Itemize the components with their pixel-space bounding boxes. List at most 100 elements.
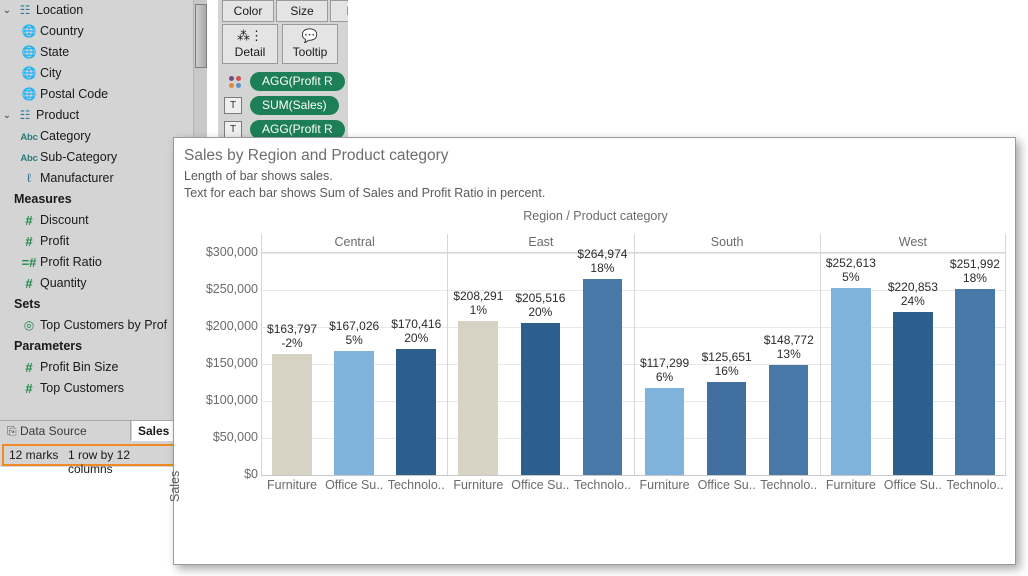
- bar-south-furniture[interactable]: [644, 388, 685, 475]
- sidebar-field-postal-code[interactable]: 🌐 Postal Code: [0, 84, 193, 105]
- globe-icon: 🌐: [21, 24, 37, 38]
- text-icon: T: [224, 97, 242, 114]
- database-icon: ⎘: [7, 424, 17, 438]
- bar-south-technology[interactable]: [768, 364, 809, 475]
- bar-south-office-supplies[interactable]: [706, 382, 747, 475]
- bar-central-technology[interactable]: [396, 348, 436, 475]
- sidebar-field-label: Country: [40, 24, 84, 38]
- sidebar-field-profit[interactable]: # Profit: [0, 231, 193, 252]
- tooltip-icon: 💬: [301, 28, 319, 43]
- sidebar-field-label: Top Customers by Prof: [40, 318, 168, 332]
- sidebar-field-label: Profit: [40, 234, 70, 248]
- data-pane-sidebar[interactable]: ⌄ ☷ Location 🌐 Country 🌐 State 🌐 City 🌐 Postal Cod…: [0, 0, 194, 423]
- sidebar-field-category[interactable]: Abc Category: [0, 126, 193, 147]
- category-label: Technolo..: [387, 478, 445, 492]
- number-icon: #: [25, 213, 33, 228]
- sidebar-field-label: Discount: [40, 213, 89, 227]
- text-icon: T: [224, 121, 242, 138]
- column-axis-title: Region / Product category: [523, 209, 668, 223]
- sidebar-field-profit-bin-size[interactable]: # Profit Bin Size: [0, 357, 193, 378]
- tab-data-source[interactable]: ⎘ Data Source: [0, 421, 131, 441]
- marks-pill-sum-sales[interactable]: SUM(Sales): [250, 96, 339, 115]
- sidebar-section-sets: Sets: [14, 297, 41, 311]
- globe-icon: 🌐: [21, 45, 37, 59]
- marks-card[interactable]: Color Size L ⁂⋮ Detail 💬 Tooltip AGG(Pro…: [218, 0, 348, 140]
- marks-tooltip-button[interactable]: 💬 Tooltip: [282, 24, 338, 64]
- marks-size-button[interactable]: Size: [276, 0, 328, 22]
- y-axis-tick: $100,000: [205, 393, 258, 407]
- bar-east-office-supplies[interactable]: [520, 322, 561, 475]
- sidebar-field-label: Sub-Category: [40, 150, 118, 164]
- category-label: Office Su..: [883, 478, 942, 492]
- sidebar-field-label: Profit Bin Size: [40, 360, 119, 374]
- bar-label: $264,974 18%: [577, 246, 628, 275]
- y-axis-tick: $200,000: [205, 319, 258, 333]
- marks-count: 12 marks: [9, 448, 59, 462]
- bar-label: $117,299 6%: [639, 356, 690, 385]
- y-axis-tick: $250,000: [205, 282, 258, 296]
- bar-label: $170,416 20%: [391, 316, 442, 345]
- detail-icon: ⁂⋮: [237, 28, 263, 43]
- tab-data-source-label: Data Source: [20, 424, 87, 438]
- sidebar-field-label: Profit Ratio: [40, 255, 102, 269]
- calculated-number-icon: =#: [21, 255, 37, 270]
- sidebar-field-label: Postal Code: [40, 87, 109, 101]
- bar-central-office-supplies[interactable]: [334, 351, 374, 475]
- paperclip-icon: ℓ: [27, 171, 31, 185]
- marks-label-button[interactable]: L: [330, 0, 348, 22]
- sidebar-field-state[interactable]: 🌐 State: [0, 42, 193, 63]
- y-axis-tick: $50,000: [212, 430, 258, 444]
- number-icon: #: [25, 234, 33, 249]
- marks-color-button[interactable]: Color: [222, 0, 274, 22]
- category-label: Office Su..: [325, 478, 384, 492]
- y-axis-title: Sales: [168, 470, 182, 502]
- row-column-count: 1 row by 12 columns: [68, 448, 131, 476]
- sidebar-field-sub-category[interactable]: Abc Sub-Category: [0, 147, 193, 168]
- marks-pill-color[interactable]: AGG(Profit R: [250, 72, 345, 91]
- globe-icon: 🌐: [21, 66, 37, 80]
- region-header-south: South: [633, 234, 820, 252]
- sidebar-field-label: State: [40, 45, 70, 59]
- viz-title: Sales by Region and Product category: [184, 147, 449, 164]
- category-label: Technolo..: [946, 478, 1004, 492]
- y-axis-tick: $300,000: [205, 245, 258, 259]
- sidebar-field-label: Manufacturer: [40, 171, 114, 185]
- bar-west-technology[interactable]: [955, 288, 995, 475]
- marks-tooltip-label: Tooltip: [292, 45, 328, 59]
- bar-east-furniture[interactable]: [458, 320, 499, 475]
- bar-west-furniture[interactable]: [830, 288, 871, 475]
- sidebar-field-label: City: [40, 66, 62, 80]
- sidebar-group-location[interactable]: ⌄ ☷ Location: [0, 0, 193, 21]
- sidebar-scrollbar-thumb[interactable]: [195, 4, 207, 68]
- color-swatch-icon: [224, 73, 242, 90]
- number-icon: #: [25, 276, 33, 291]
- abc-icon: Abc: [20, 153, 38, 164]
- sidebar-field-top-customers[interactable]: # Top Customers: [0, 378, 193, 399]
- bar-label: $252,613 5%: [825, 256, 876, 285]
- sidebar-field-profit-ratio[interactable]: =# Profit Ratio: [0, 252, 193, 273]
- sidebar-field-manufacturer[interactable]: ℓ Manufacturer: [0, 168, 193, 189]
- number-icon: #: [25, 360, 33, 375]
- sidebar-field-discount[interactable]: # Discount: [0, 210, 193, 231]
- sidebar-field-city[interactable]: 🌐 City: [0, 63, 193, 84]
- viz-subtitle-1: Length of bar shows sales.: [184, 169, 333, 183]
- bar-label: $125,651 16%: [701, 350, 752, 378]
- sidebar-field-list[interactable]: ⌄ ☷ Location 🌐 Country 🌐 State 🌐 City 🌐 Postal Cod…: [0, 0, 193, 399]
- sidebar-group-label: Location: [36, 3, 84, 17]
- chevron-down-icon[interactable]: ⌄: [0, 0, 14, 21]
- sidebar-field-label: Quantity: [40, 276, 87, 290]
- category-label: Technolo..: [760, 478, 818, 492]
- sidebar-field-country[interactable]: 🌐 Country: [0, 21, 193, 42]
- sidebar-field-top-customers-by-prof[interactable]: ◎ Top Customers by Prof: [0, 315, 193, 336]
- sidebar-field-quantity[interactable]: # Quantity: [0, 273, 193, 294]
- bar-label: $148,772 13%: [763, 332, 814, 361]
- tab-sheet-sales[interactable]: Sales: [132, 421, 176, 441]
- chevron-down-icon[interactable]: ⌄: [0, 105, 14, 126]
- marks-detail-button[interactable]: ⁂⋮ Detail: [222, 24, 278, 64]
- category-label: Furniture: [825, 478, 876, 492]
- sidebar-group-product[interactable]: ⌄ ☷ Product: [0, 105, 193, 126]
- bar-east-technology[interactable]: [582, 278, 623, 475]
- bar-central-furniture[interactable]: [272, 353, 312, 475]
- region-header-central: Central: [261, 234, 447, 252]
- bar-west-office-supplies[interactable]: [893, 311, 933, 475]
